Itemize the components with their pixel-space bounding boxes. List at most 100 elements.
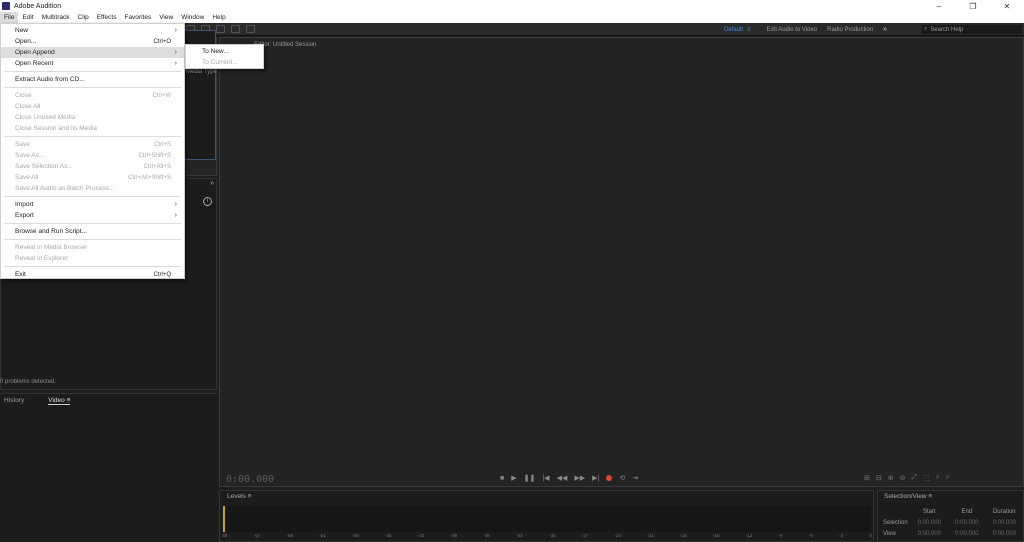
pause-icon[interactable]: ❚❚ bbox=[524, 474, 536, 482]
menu-item-label: Reveal in Media Browser bbox=[15, 244, 88, 251]
menu-item-label: Extract Audio from CD... bbox=[15, 76, 85, 83]
menu-item-label: Save As... bbox=[15, 152, 45, 159]
stop-icon[interactable]: ■ bbox=[500, 475, 504, 482]
panel-expand-icon[interactable]: » bbox=[185, 180, 217, 190]
menu-separator bbox=[4, 196, 181, 197]
selection-start[interactable]: 0:00.000 bbox=[911, 520, 948, 526]
view-duration[interactable]: 0:00.000 bbox=[986, 531, 1023, 537]
lasso-tool-icon[interactable] bbox=[216, 25, 225, 33]
loop-icon[interactable]: ⟲ bbox=[619, 474, 625, 482]
zoom-in-point-icon[interactable]: ⌕ bbox=[936, 474, 940, 482]
workspace-edit-video[interactable]: Edit Audio to Video bbox=[767, 27, 818, 33]
more-workspaces-icon[interactable]: » bbox=[883, 26, 887, 33]
zoom-out-point-icon[interactable]: ⌕ bbox=[946, 474, 950, 482]
play-icon[interactable]: ▶ bbox=[511, 474, 516, 482]
shortcut: Ctrl+Shift+S bbox=[138, 152, 171, 159]
zoom-full-icon[interactable]: ⤢ bbox=[912, 474, 918, 482]
submenu-item-to-new[interactable]: To New... bbox=[186, 46, 263, 57]
selection-view-grid: Start End Duration Selection 0:00.000 0:… bbox=[883, 506, 1023, 539]
menu-help[interactable]: Help bbox=[208, 12, 229, 23]
chevron-right-icon: › bbox=[174, 27, 177, 34]
skip-icon[interactable]: ⇥ bbox=[632, 474, 638, 482]
menu-item-close-unused: Close Unused Media bbox=[1, 112, 184, 123]
fast-forward-icon[interactable]: ▶▶ bbox=[574, 474, 585, 482]
close-button[interactable]: ✕ bbox=[990, 0, 1024, 12]
levels-menu-icon[interactable]: ≡ bbox=[248, 493, 252, 500]
scale-tick: -57 bbox=[253, 533, 261, 538]
view-label: View bbox=[883, 530, 896, 537]
view-end[interactable]: 0:00.000 bbox=[948, 531, 985, 537]
menu-multitrack[interactable]: Multitrack bbox=[38, 12, 74, 23]
search-input[interactable]: Search Help bbox=[930, 27, 963, 33]
menu-item-new[interactable]: New › bbox=[1, 25, 184, 36]
view-start[interactable]: 0:00.000 bbox=[911, 531, 948, 537]
workspace-menu-icon[interactable]: ≡ bbox=[747, 27, 751, 33]
brush-tool-icon[interactable] bbox=[231, 25, 240, 33]
menu-effects[interactable]: Effects bbox=[93, 12, 121, 23]
workspace-default[interactable]: Default bbox=[724, 27, 743, 33]
zoom-out-amplitude-icon[interactable]: ⊟ bbox=[876, 474, 882, 482]
menu-item-open[interactable]: Open... Ctrl+O bbox=[1, 36, 184, 47]
menu-window[interactable]: Window bbox=[177, 12, 208, 23]
scale-tick: -30 bbox=[548, 533, 556, 538]
menu-item-export[interactable]: Export › bbox=[1, 210, 184, 221]
menu-item-open-recent[interactable]: Open Recent › bbox=[1, 58, 184, 69]
zoom-out-time-icon[interactable]: ⊖ bbox=[900, 474, 906, 482]
restore-button[interactable]: ❐ bbox=[956, 0, 990, 12]
rewind-icon[interactable]: ◀◀ bbox=[557, 474, 568, 482]
menu-edit[interactable]: Edit bbox=[18, 12, 37, 23]
record-icon[interactable] bbox=[606, 475, 613, 481]
menu-item-label: Open Append bbox=[15, 49, 55, 56]
window-controls: – ❐ ✕ bbox=[922, 0, 1024, 12]
workspace-radio[interactable]: Radio Production bbox=[827, 27, 873, 33]
info-icon[interactable]: i bbox=[203, 197, 212, 206]
menu-item-label: Browse and Run Script... bbox=[15, 228, 87, 235]
menu-file[interactable]: File bbox=[0, 12, 19, 23]
scale-tick: -45 bbox=[384, 533, 392, 538]
submenu-item-to-current: To Current... bbox=[186, 57, 263, 68]
media-type-column[interactable]: Media Type bbox=[186, 69, 217, 75]
shortcut: Ctrl+Alt+S bbox=[143, 163, 171, 170]
selection-duration[interactable]: 0:00.000 bbox=[986, 520, 1023, 526]
workspace-switcher: Default ≡ Edit Audio to Video Radio Prod… bbox=[724, 23, 887, 36]
zoom-in-time-icon[interactable]: ⊕ bbox=[888, 474, 894, 482]
zoom-in-amplitude-icon[interactable]: ⊞ bbox=[864, 474, 870, 482]
menu-item-label: Close Session and its Media bbox=[15, 125, 98, 132]
selection-view-title-label: Selection/View bbox=[884, 493, 927, 500]
tab-video[interactable]: Video ≡ bbox=[48, 397, 71, 405]
tab-history[interactable]: History bbox=[4, 397, 24, 405]
menu-view[interactable]: View bbox=[155, 12, 177, 23]
shortcut: Ctrl+O bbox=[153, 38, 171, 45]
menu-item-exit[interactable]: Exit Ctrl+Q bbox=[1, 269, 184, 280]
go-end-icon[interactable]: ▶| bbox=[592, 474, 599, 482]
go-start-icon[interactable]: |◀ bbox=[542, 474, 549, 482]
menu-favorites[interactable]: Favorites bbox=[120, 12, 155, 23]
selection-view-menu-icon[interactable]: ≡ bbox=[928, 493, 932, 500]
menu-clip[interactable]: Clip bbox=[74, 12, 93, 23]
duration-header: Duration bbox=[992, 508, 1016, 515]
search-help[interactable]: ⌕ Search Help bbox=[922, 25, 1022, 34]
transport-controls: ■ ▶ ❚❚ |◀ ◀◀ ▶▶ ▶| ⟲ ⇥ bbox=[500, 474, 638, 483]
menu-item-label: Save All Audio as Batch Process... bbox=[15, 185, 115, 192]
menu-item-save-selection: Save Selection As... Ctrl+Alt+S bbox=[1, 161, 184, 172]
scale-tick: -15 bbox=[712, 533, 720, 538]
menu-separator bbox=[4, 87, 181, 88]
selection-end[interactable]: 0:00.000 bbox=[948, 520, 985, 526]
menu-item-extract-cd[interactable]: Extract Audio from CD... bbox=[1, 74, 184, 85]
scale-tick: -6 bbox=[808, 533, 813, 538]
spot-healing-tool-icon[interactable] bbox=[246, 25, 255, 33]
menu-item-label: Import bbox=[15, 201, 34, 208]
scale-tick: -27 bbox=[581, 533, 589, 538]
menu-item-import[interactable]: Import › bbox=[1, 199, 184, 210]
minimize-button[interactable]: – bbox=[922, 0, 956, 12]
editor-panel[interactable] bbox=[219, 37, 1024, 487]
tab-menu-icon[interactable]: ≡ bbox=[67, 397, 71, 404]
menu-item-open-append[interactable]: Open Append › bbox=[1, 47, 184, 58]
zoom-selection-icon[interactable]: ⬚ bbox=[923, 474, 930, 482]
tab-video-label: Video bbox=[48, 397, 65, 404]
chevron-right-icon: › bbox=[174, 212, 177, 219]
bottom-tabs: History Video ≡ bbox=[0, 397, 71, 405]
menu-separator bbox=[4, 239, 181, 240]
scale-tick: -21 bbox=[647, 533, 654, 538]
menu-item-browse-script[interactable]: Browse and Run Script... bbox=[1, 226, 184, 237]
